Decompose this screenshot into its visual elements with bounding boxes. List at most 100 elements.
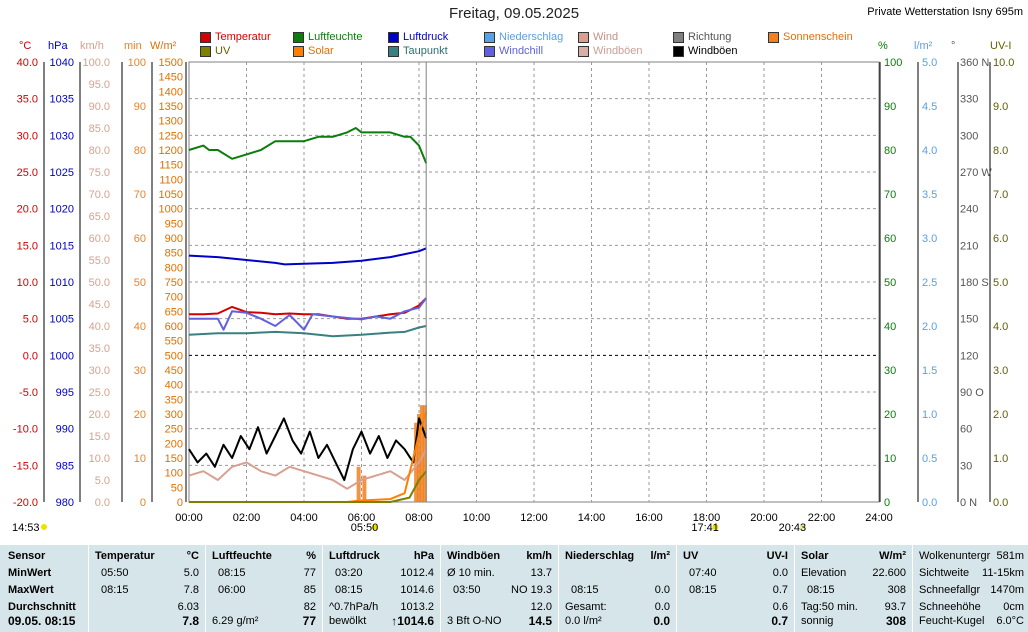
hum-min-time: 08:15 (218, 567, 246, 579)
col-niederschlag: Niederschlag l/m² 08:15 0.0 Gesamt: 0.0 0.0… (559, 545, 677, 632)
legend-label: Windchill (499, 45, 544, 57)
legend-label: Luftdruck (403, 31, 449, 43)
legend-label: Richtung (688, 31, 732, 43)
uv-tick-label: 6.0 (993, 233, 1008, 245)
uv-tick-label: 3.0 (993, 365, 1008, 377)
solar-unit: W/m² (879, 550, 906, 562)
direction-tick-label: 210 (960, 240, 978, 252)
wind-tick-label: 65.0 (89, 211, 110, 223)
pressure-tick-label: 1020 (50, 204, 74, 216)
x-tick-label: 14:00 (578, 512, 606, 524)
humidity-tick-label: 40 (884, 321, 896, 333)
uv-tick-label: 10.0 (993, 57, 1014, 69)
pressure-tick-label: 1000 (50, 350, 74, 362)
hum-header: Luftfeuchte (212, 550, 272, 562)
rain-now: 0.0 (653, 614, 670, 628)
pressure-tick-label: 985 (56, 460, 74, 472)
x-tick-label: 24:00 (865, 512, 893, 524)
legend-label: Windböen (593, 45, 643, 57)
wind-tick-label: 100.0 (82, 57, 110, 69)
legend-swatch (484, 45, 495, 57)
temp-tick-label: 0.0 (23, 350, 38, 362)
gust-bft: 3 Bft O-NO (447, 615, 502, 627)
direction-tick-label: 360 N (960, 57, 989, 69)
direction-tick-label: 60 (960, 424, 972, 436)
wind-tick-label: 20.0 (89, 409, 110, 421)
wind-tick-label: 25.0 (89, 387, 110, 399)
extra-label: Feucht-Kugel (919, 615, 985, 627)
hum-max-time: 06:00 (218, 584, 246, 596)
legend-swatch (200, 45, 211, 57)
humidity-axis-unit: % (878, 40, 888, 52)
col-luftdruck: Luftdruck hPa 03:20 1012.4 08:15 1014.6 ^0.… (323, 545, 441, 632)
solar-state: sonnig (801, 615, 834, 627)
wind-tick-label: 60.0 (89, 233, 110, 245)
minutes-tick-label: 60 (134, 233, 146, 245)
solar-header: Solar (801, 550, 829, 562)
col-extra: Wolkenuntergr 581m Sichtweite 11-15km Schn… (913, 545, 1028, 632)
minutes-axis-unit: min (124, 40, 142, 52)
legend-item: Niederschlag (484, 31, 563, 43)
temp-tick-label: 35.0 (17, 94, 38, 106)
temp-tick-label: 15.0 (17, 240, 38, 252)
pressure-tick-label: 980 (56, 497, 74, 509)
sunshine-bar (356, 466, 361, 502)
solar-tick-label: 1000 (159, 204, 183, 216)
legend-swatch (673, 31, 684, 43)
solar-tick-label: 1450 (159, 72, 183, 84)
solar-tick-label: 800 (165, 262, 183, 274)
humidity-tick-label: 90 (884, 101, 896, 113)
extra-value: 11-15km (982, 567, 1024, 579)
press-now: ↑1014.6 (391, 614, 434, 628)
legend-swatch (388, 45, 399, 57)
solar-tick-label: 1250 (159, 130, 183, 142)
temp-tick-label: 25.0 (17, 167, 38, 179)
direction-tick-label: 30 (960, 460, 972, 472)
pressure-tick-label: 990 (56, 424, 74, 436)
temp-tick-label: 30.0 (17, 130, 38, 142)
legend-swatch (578, 31, 589, 43)
col-luftfeuchte: Luftfeuchte% 08:15 77 06:00 85 82 6.29 g/m… (206, 545, 323, 632)
rain-axis-unit: l/m² (914, 40, 933, 52)
direction-tick-label: 270 W (960, 167, 992, 179)
wind-tick-label: 75.0 (89, 167, 110, 179)
wind-tick-label: 90.0 (89, 101, 110, 113)
legend-swatch (673, 45, 684, 57)
legend-item: Windböen (673, 45, 738, 57)
temp-max: 7.8 (183, 584, 199, 596)
sunrise-time: 05:50 (351, 522, 379, 534)
temp-header: Temperatur (95, 550, 155, 562)
uv-tick-label: 7.0 (993, 189, 1008, 201)
press-state: bewölkt (329, 615, 367, 627)
legend-swatch (293, 45, 304, 57)
solar-tick-label: 1150 (159, 160, 183, 172)
humidity-tick-label: 20 (884, 409, 896, 421)
col-windboeen: Windböen km/h Ø 10 min. 13.7 03:50 NO 19.3 … (441, 545, 559, 632)
solar-tick-label: 350 (165, 394, 183, 406)
solar-max-time: 08:15 (807, 584, 835, 596)
legend-swatch (388, 31, 399, 43)
x-tick-label: 16:00 (635, 512, 663, 524)
wind-tick-label: 70.0 (89, 189, 110, 201)
legend-swatch (293, 31, 304, 43)
legend-item: UV (200, 45, 230, 57)
rain-tick-label: 0.0 (922, 497, 937, 509)
rain-tick-label: 2.5 (922, 277, 937, 289)
row-label-min: MinWert (8, 567, 52, 579)
uv-tick-label: 5.0 (993, 277, 1008, 289)
solar-tick-label: 450 (165, 365, 183, 377)
gust-max-time: 03:50 (453, 584, 481, 596)
uv-axis-unit: UV-I (990, 40, 1012, 52)
wind-axis-unit: km/h (80, 40, 104, 52)
solar-elev-label: Elevation (801, 567, 847, 579)
legend-swatch (578, 45, 589, 57)
col-sensor: Sensor MinWert MaxWert Durchschnitt 09.0… (0, 545, 89, 632)
x-tick-label: 12:00 (520, 512, 548, 524)
temp-tick-label: -20.0 (13, 497, 38, 509)
sensor-header: Sensor (8, 550, 46, 562)
humidity-tick-label: 60 (884, 233, 896, 245)
direction-tick-label: 0 N (960, 497, 977, 509)
humidity-tick-label: 0 (884, 497, 890, 509)
hum-max: 85 (303, 584, 316, 596)
rain-max-time: 08:15 (571, 584, 599, 596)
